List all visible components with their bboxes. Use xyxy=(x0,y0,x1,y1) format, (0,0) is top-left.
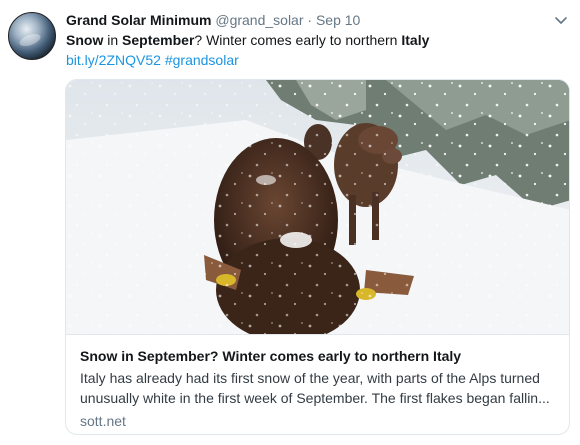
author-name[interactable]: Grand Solar Minimum xyxy=(66,12,211,28)
tweet-text: Snow in September? Winter comes early to… xyxy=(66,31,429,49)
tweet-text-segment: ? Winter comes early to northern xyxy=(194,32,402,48)
tweet-text-bold-snow: Snow xyxy=(66,32,104,48)
tweet-date[interactable]: Sep 10 xyxy=(316,12,360,28)
hashtag-link[interactable]: #grandsolar xyxy=(165,52,239,68)
card-title[interactable]: Snow in September? Winter comes early to… xyxy=(80,347,561,365)
tweet-header: Grand Solar Minimum @grand_solar · Sep 1… xyxy=(66,11,360,29)
author-handle[interactable]: @grand_solar xyxy=(215,12,303,28)
tweet[interactable]: Grand Solar Minimum @grand_solar · Sep 1… xyxy=(0,0,580,445)
card-body[interactable]: Snow in September? Winter comes early to… xyxy=(66,334,569,434)
tweet-text-bold-italy: Italy xyxy=(401,32,430,48)
chevron-down-icon[interactable] xyxy=(553,12,569,28)
card-image[interactable] xyxy=(66,80,570,334)
card-domain: sott.net xyxy=(80,413,126,429)
short-link[interactable]: bit.ly/2ZNQV52 xyxy=(66,52,161,68)
tweet-text-segment: in xyxy=(103,32,123,48)
link-card[interactable]: Snow in September? Winter comes early to… xyxy=(65,79,570,435)
card-description: Italy has already had its first snow of … xyxy=(80,370,550,406)
separator-dot: · xyxy=(307,12,313,28)
tweet-text-bold-september: September xyxy=(122,32,195,48)
tweet-links: bit.ly/2ZNQV52 #grandsolar xyxy=(66,51,239,69)
avatar[interactable] xyxy=(8,12,56,60)
